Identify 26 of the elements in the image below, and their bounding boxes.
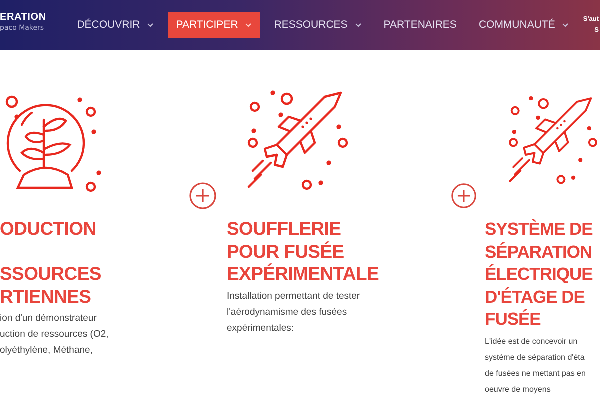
project-heading: SYSTÈME DE bbox=[485, 218, 593, 240]
chevron-icon bbox=[147, 22, 154, 28]
project-heading: FUSÉE bbox=[485, 308, 541, 330]
project-heading: SSOURCES bbox=[0, 263, 102, 286]
logo-title: ERATION bbox=[0, 12, 48, 23]
nav-item[interactable]: PARTICIPER bbox=[168, 12, 260, 38]
project-heading: SÉPARATION bbox=[485, 240, 592, 263]
nav-item[interactable]: PARTENAIRES bbox=[376, 12, 465, 38]
chevron-icon bbox=[354, 22, 362, 28]
project-description: Installation permettant de tester l'aérodynamisme des fusées expérimentales: bbox=[227, 290, 360, 336]
nav-item[interactable]: RESSOURCES bbox=[266, 12, 370, 38]
project-description: ion d'un démonstrateur uction de ressources (O2, olyéthylène, Méthane, bbox=[0, 312, 109, 358]
chevron-icon bbox=[245, 22, 252, 28]
project-description: L'idée est de concevoir un système de séparation d'éta de fusées ne mettant pas en oeuvre de moyens bbox=[485, 336, 586, 396]
chevron-icon bbox=[562, 22, 570, 28]
project-heading: SOUFFLERIE bbox=[227, 218, 342, 240]
project-heading: EXPÉRIMENTALE bbox=[227, 263, 379, 286]
plus-icon[interactable] bbox=[189, 182, 217, 210]
project-heading: POUR FUSÉE bbox=[227, 240, 344, 263]
project-heading: ODUCTION bbox=[0, 218, 96, 240]
nav-item[interactable]: DÉCOUVRIR bbox=[69, 12, 162, 38]
nav-item[interactable]: COMMUNAUTÉ bbox=[470, 12, 578, 38]
plus-icon[interactable] bbox=[451, 182, 477, 210]
project-heading: RTIENNES bbox=[0, 286, 92, 308]
project-heading: ÉLECTRIQUE bbox=[485, 263, 593, 286]
project-heading: D'ÉTAGE DE bbox=[485, 286, 585, 308]
